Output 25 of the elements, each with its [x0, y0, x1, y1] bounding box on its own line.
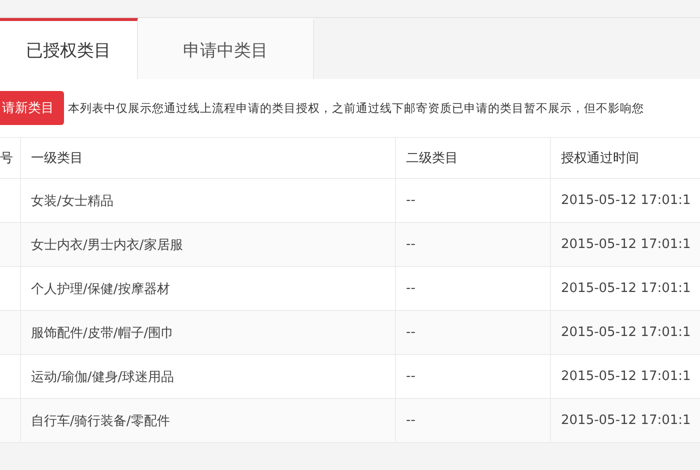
column-header: 一级类目	[20, 138, 395, 179]
category-cell: 个人护理/保健/按摩器材	[20, 267, 395, 311]
time-cell: 2015-05-12 17:01:1	[550, 355, 700, 399]
tab[interactable]: 申请中类目	[138, 18, 314, 79]
category-cell: 女士内衣/男士内衣/家居服	[20, 223, 395, 267]
subcategory-cell: --	[395, 311, 550, 355]
time-cell: 2015-05-12 17:01:1	[550, 179, 700, 223]
time-cell: 2015-05-12 17:01:1	[550, 311, 700, 355]
column-header: 授权通过时间	[550, 138, 700, 179]
apply-category-button[interactable]: 请新类目	[0, 91, 64, 125]
notice-text: 本列表中仅展示您通过线上流程申请的类目授权，之前通过线下邮寄资质已申请的类目暂不展示，但不影响您	[68, 100, 644, 116]
time-cell: 2015-05-12 17:01:1	[550, 223, 700, 267]
subcategory-cell: --	[395, 179, 550, 223]
category-cell: 女装/女士精品	[20, 179, 395, 223]
time-cell: 2015-05-12 17:01:1	[550, 399, 700, 443]
column-header: 二级类目	[395, 138, 550, 179]
category-cell: 自行车/骑行装备/零配件	[20, 399, 395, 443]
tab[interactable]: 已授权类目	[0, 18, 138, 79]
subcategory-cell: --	[395, 267, 550, 311]
category-cell: 服饰配件/皮带/帽子/围巾	[20, 311, 395, 355]
category-cell: 运动/瑜伽/健身/球迷用品	[20, 355, 395, 399]
subcategory-cell: --	[395, 399, 550, 443]
subcategory-cell: --	[395, 355, 550, 399]
time-cell: 2015-05-12 17:01:1	[550, 267, 700, 311]
subcategory-cell: --	[395, 223, 550, 267]
